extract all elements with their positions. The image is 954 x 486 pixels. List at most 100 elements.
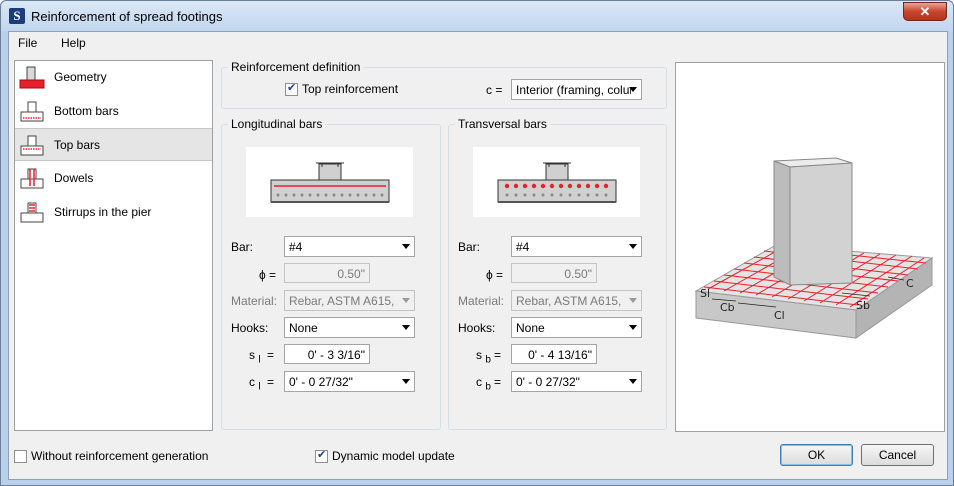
trans-s-label: s b xyxy=(476,348,491,365)
menu-help[interactable]: Help xyxy=(61,36,86,50)
long-spacing-field[interactable]: 0' - 3 3/16" xyxy=(284,344,370,364)
dim-cb: Cb xyxy=(720,301,735,314)
chevron-down-icon xyxy=(629,87,637,92)
app-logo-icon: S xyxy=(9,8,25,24)
nav-label-dowels: Dowels xyxy=(54,171,94,185)
trans-bar-label: Bar: xyxy=(458,240,481,254)
long-s-symbol: s xyxy=(249,348,255,362)
dim-sl: Sl xyxy=(700,287,710,300)
longitudinal-section-diagram xyxy=(246,147,413,217)
nav-label-geometry: Geometry xyxy=(54,70,107,84)
trans-s-symbol: s xyxy=(476,348,482,362)
trans-hooks-select[interactable]: None xyxy=(511,317,642,338)
nav-item-geometry[interactable]: Geometry xyxy=(15,61,212,94)
nav-item-dowels[interactable]: Dowels xyxy=(15,162,212,195)
nav-label-stirrups: Stirrups in the pier xyxy=(54,205,152,219)
dim-c: C xyxy=(906,277,914,290)
long-c-symbol: c xyxy=(249,375,255,389)
top-reinforcement-checkbox[interactable] xyxy=(285,81,298,96)
client-area: File Help Geometry Bottom bars Top bars … xyxy=(8,31,948,480)
trans-bar-select[interactable]: #4 xyxy=(511,236,642,257)
trans-spacing-value: 0' - 4 13/16" xyxy=(528,348,592,362)
dowels-icon xyxy=(20,168,44,189)
section-nav: Geometry Bottom bars Top bars Dowels Sti… xyxy=(14,60,213,431)
longitudinal-bars-group: Longitudinal bars Bar: #4 ϕ = 0.50" Mate… xyxy=(221,117,441,430)
dynamic-update-label: Dynamic model update xyxy=(332,449,455,463)
long-c-equals: = xyxy=(267,375,275,389)
chevron-down-icon xyxy=(629,244,637,249)
ok-button[interactable]: OK xyxy=(780,444,853,466)
trans-s-equals: = xyxy=(494,348,502,362)
trans-material-select: Rebar, ASTM A615, xyxy=(511,290,642,311)
footing-3d-model: Sl Cb Cl Sb C xyxy=(694,157,934,339)
dynamic-update-checkbox[interactable] xyxy=(315,448,328,463)
long-s-equals: = xyxy=(267,348,275,362)
trans-s-subscript: b xyxy=(485,354,491,366)
bottom-bars-icon xyxy=(20,101,44,122)
chevron-down-icon xyxy=(629,325,637,330)
long-phi-field: 0.50" xyxy=(284,263,370,283)
geometry-icon xyxy=(19,66,45,89)
menu-file[interactable]: File xyxy=(18,36,37,50)
transversal-section-diagram xyxy=(473,147,640,217)
long-material-value: Rebar, ASTM A615, xyxy=(289,294,395,308)
c-select-value: Interior (framing, columr xyxy=(516,83,631,97)
long-s-label: s l xyxy=(249,348,261,365)
trans-cover-value: 0' - 0 27/32" xyxy=(516,375,580,389)
stirrups-icon xyxy=(20,202,44,223)
chevron-down-icon xyxy=(402,244,410,249)
transversal-bars-title: Transversal bars xyxy=(455,117,550,131)
trans-phi-field: 0.50" xyxy=(511,263,597,283)
long-bar-select[interactable]: #4 xyxy=(284,236,415,257)
trans-phi-label: ϕ = xyxy=(486,268,504,282)
trans-material-value: Rebar, ASTM A615, xyxy=(516,294,622,308)
chevron-down-icon xyxy=(629,298,637,303)
trans-hooks-value: None xyxy=(516,321,545,335)
nav-label-top-bars: Top bars xyxy=(54,138,101,152)
reinforcement-definition-group: Reinforcement definition Top reinforceme… xyxy=(221,60,667,109)
footing-3d-preview[interactable]: Sl Cb Cl Sb C xyxy=(675,62,945,432)
trans-material-label: Material: xyxy=(458,294,505,308)
c-label: c = xyxy=(486,83,503,97)
trans-spacing-field[interactable]: 0' - 4 13/16" xyxy=(511,344,597,364)
long-phi-value: 0.50" xyxy=(337,267,365,281)
nav-item-top-bars[interactable]: Top bars xyxy=(15,128,212,161)
without-reinforcement-label: Without reinforcement generation xyxy=(31,449,209,463)
chevron-down-icon xyxy=(402,379,410,384)
long-material-label: Material: xyxy=(231,294,278,308)
trans-bar-value: #4 xyxy=(516,240,530,254)
long-bar-value: #4 xyxy=(289,240,303,254)
top-reinforcement-label: Top reinforcement xyxy=(302,82,399,96)
transversal-bars-group: Transversal bars Bar: #4 ϕ = 0.50" Mater… xyxy=(448,117,667,430)
longitudinal-bars-title: Longitudinal bars xyxy=(228,117,326,131)
chevron-down-icon xyxy=(402,298,410,303)
trans-phi-value: 0.50" xyxy=(564,267,592,281)
long-hooks-value: None xyxy=(289,321,318,335)
long-s-subscript: l xyxy=(258,354,261,366)
long-c-subscript: l xyxy=(258,381,261,393)
long-cover-select[interactable]: 0' - 0 27/32" xyxy=(284,371,415,392)
dim-cl: Cl xyxy=(774,309,785,322)
long-phi-label: ϕ = xyxy=(259,268,277,282)
long-bar-label: Bar: xyxy=(231,240,254,254)
dialog-window: S Reinforcement of spread footings ✕ Fil… xyxy=(0,0,954,486)
top-bars-icon xyxy=(20,135,44,156)
nav-item-stirrups[interactable]: Stirrups in the pier xyxy=(15,196,212,229)
without-reinforcement-checkbox[interactable] xyxy=(14,450,27,463)
trans-c-equals: = xyxy=(494,375,502,389)
menu-bar: File Help xyxy=(9,32,947,54)
chevron-down-icon xyxy=(629,379,637,384)
trans-cover-select[interactable]: 0' - 0 27/32" xyxy=(511,371,642,392)
title-bar[interactable]: S Reinforcement of spread footings ✕ xyxy=(1,1,953,31)
dim-sb: Sb xyxy=(856,299,870,312)
cancel-button[interactable]: Cancel xyxy=(861,444,934,466)
long-material-select: Rebar, ASTM A615, xyxy=(284,290,415,311)
long-hooks-select[interactable]: None xyxy=(284,317,415,338)
close-button[interactable]: ✕ xyxy=(903,2,947,21)
reinforcement-definition-title: Reinforcement definition xyxy=(228,60,364,74)
trans-hooks-label: Hooks: xyxy=(458,321,496,335)
window-title: Reinforcement of spread footings xyxy=(31,9,223,24)
nav-item-bottom-bars[interactable]: Bottom bars xyxy=(15,95,212,128)
c-select[interactable]: Interior (framing, columr xyxy=(511,79,642,100)
trans-c-symbol: c xyxy=(476,375,482,389)
